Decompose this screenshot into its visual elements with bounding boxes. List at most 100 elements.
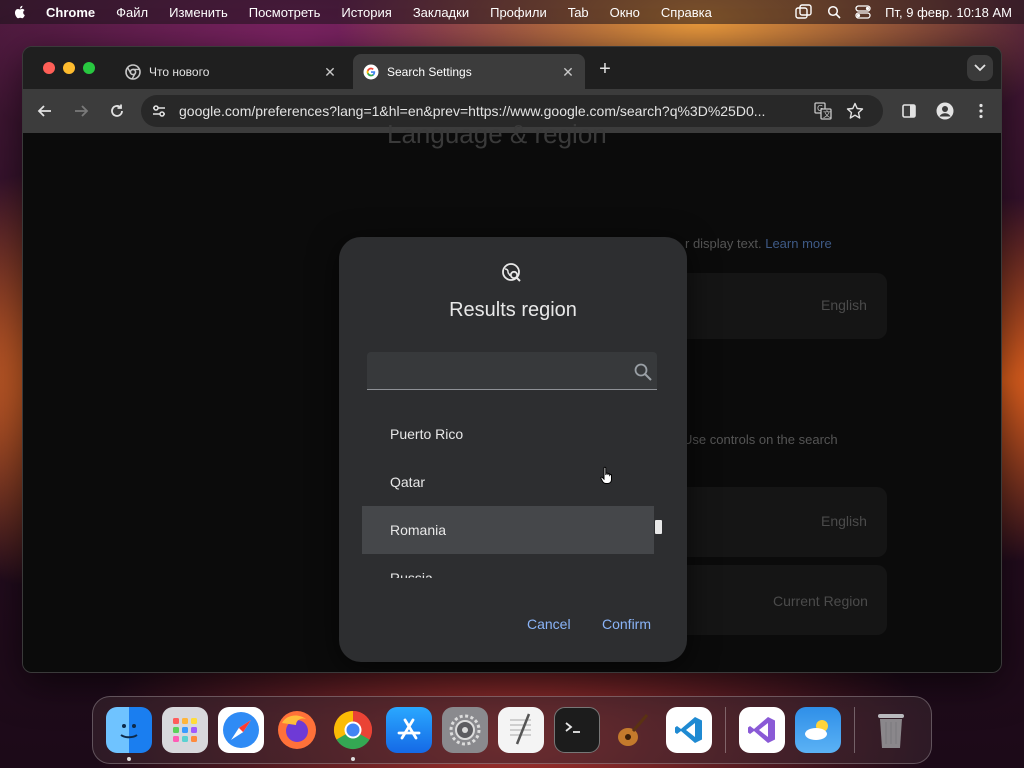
tab-title: Search Settings: [387, 64, 472, 79]
more-vert-icon: [979, 103, 983, 119]
guitar-icon: [618, 714, 649, 746]
terminal-icon: [565, 722, 580, 733]
menu-history[interactable]: История: [341, 5, 391, 20]
vscode-icon: [675, 717, 702, 743]
menu-tab[interactable]: Tab: [568, 5, 589, 20]
search-controls-description: Use controls on the search: [683, 432, 838, 447]
forward-button[interactable]: [69, 99, 93, 123]
tab-title: Что нового: [149, 64, 210, 79]
translate-icon: G 文: [814, 102, 832, 120]
reload-button[interactable]: [105, 99, 129, 123]
close-tab-icon[interactable]: ✕: [561, 65, 575, 79]
gear-icon: [449, 714, 481, 746]
region-search-box: [367, 352, 657, 390]
dock-weather[interactable]: [795, 707, 841, 753]
profile-button[interactable]: [933, 99, 957, 123]
menu-bookmarks[interactable]: Закладки: [413, 5, 469, 20]
dock-terminal[interactable]: [554, 707, 600, 753]
dock-launchpad[interactable]: [162, 707, 208, 753]
search-icon: [634, 363, 652, 381]
safari-icon: [223, 712, 259, 748]
trash-icon: [878, 714, 904, 748]
tab-search-settings[interactable]: Search Settings ✕: [353, 54, 585, 89]
running-indicator: [127, 757, 131, 761]
list-item[interactable]: Romania: [362, 506, 654, 554]
back-button[interactable]: [33, 99, 57, 123]
menu-window[interactable]: Окно: [610, 5, 640, 20]
menu-clock[interactable]: Пт, 9 февр. 10:18 AM: [885, 5, 1012, 20]
dock: [92, 696, 932, 764]
dock-app-store[interactable]: [386, 707, 432, 753]
dock-safari[interactable]: [218, 707, 264, 753]
chrome-icon: [125, 63, 141, 80]
hand-cursor-icon: [600, 466, 612, 484]
side-panel-icon: [902, 104, 916, 118]
spotlight-search-icon[interactable]: [827, 5, 841, 19]
minimize-window-button[interactable]: [63, 62, 75, 74]
menu-view[interactable]: Посмотреть: [249, 5, 321, 20]
apple-icon[interactable]: [12, 4, 28, 20]
region-list[interactable]: Puerto Rico Qatar Romania Russia: [362, 410, 654, 578]
region-search-input[interactable]: [367, 352, 617, 389]
side-panel-button[interactable]: [897, 99, 921, 123]
page-content: Language & region r display text. Learn …: [23, 119, 1001, 672]
dock-textedit[interactable]: [498, 707, 544, 753]
window-controls: [43, 62, 95, 74]
cancel-button[interactable]: Cancel: [527, 616, 571, 632]
chrome-app-icon: [333, 710, 373, 750]
results-region-value: Current Region: [773, 593, 868, 609]
description-text: r display text.: [685, 236, 762, 251]
menu-app-name[interactable]: Chrome: [46, 5, 95, 20]
menu-edit[interactable]: Изменить: [169, 5, 228, 20]
translate-button[interactable]: G 文: [811, 99, 835, 123]
results-region-dialog: Results region Puerto Rico Qatar Romania…: [339, 237, 687, 662]
menu-profiles[interactable]: Профили: [490, 5, 547, 20]
dock-separator: [854, 707, 855, 753]
chrome-menu-button[interactable]: [969, 99, 993, 123]
list-item[interactable]: Puerto Rico: [362, 410, 654, 458]
list-scrollbar[interactable]: [655, 520, 662, 534]
reload-icon: [111, 104, 123, 117]
site-info-button[interactable]: [145, 97, 173, 125]
dock-visual-studio[interactable]: [739, 707, 785, 753]
list-item[interactable]: Russia: [362, 554, 654, 578]
star-icon: [846, 102, 864, 119]
page-heading: Language & region: [387, 119, 607, 149]
dock-separator: [725, 707, 726, 753]
running-indicator: [351, 757, 355, 761]
google-icon: [363, 64, 379, 79]
display-language-value: English: [821, 297, 867, 313]
weather-icon: [805, 720, 828, 740]
page-description: r display text. Learn more: [685, 236, 832, 251]
svg-text:文: 文: [823, 109, 831, 119]
close-window-button[interactable]: [43, 62, 55, 74]
dock-garageband[interactable]: [610, 707, 656, 753]
visual-studio-icon: [748, 717, 775, 743]
control-center-icon[interactable]: [855, 5, 871, 19]
confirm-button[interactable]: Confirm: [602, 616, 651, 632]
tab-strip: Что нового ✕ Search Settings ✕ +: [23, 47, 1001, 89]
menu-help[interactable]: Справка: [661, 5, 712, 20]
menu-file[interactable]: Файл: [116, 5, 148, 20]
app-store-icon: [397, 718, 421, 740]
learn-more-link[interactable]: Learn more: [765, 236, 831, 251]
dock-chrome[interactable]: [330, 707, 376, 761]
tab-whats-new[interactable]: Что нового ✕: [115, 54, 347, 89]
menu-bar: Chrome Файл Изменить Посмотреть История …: [0, 0, 1024, 24]
arrow-left-icon: [37, 105, 51, 117]
tab-search-button[interactable]: [967, 55, 993, 81]
browser-window: Что нового ✕ Search Settings ✕ + google.…: [22, 46, 1002, 673]
dock-system-settings[interactable]: [442, 707, 488, 753]
dock-trash[interactable]: [868, 707, 914, 753]
dock-firefox[interactable]: [274, 707, 320, 753]
zoom-window-button[interactable]: [83, 62, 95, 74]
new-tab-button[interactable]: +: [595, 59, 615, 79]
profile-icon: [936, 102, 954, 120]
bookmark-button[interactable]: [843, 99, 867, 123]
window-switcher-icon[interactable]: [795, 4, 813, 20]
dock-vscode[interactable]: [666, 707, 712, 753]
close-tab-icon[interactable]: ✕: [323, 65, 337, 79]
dock-finder[interactable]: [106, 707, 152, 761]
url-text[interactable]: google.com/preferences?lang=1&hl=en&prev…: [179, 103, 803, 119]
region-search-icon: [502, 263, 521, 282]
